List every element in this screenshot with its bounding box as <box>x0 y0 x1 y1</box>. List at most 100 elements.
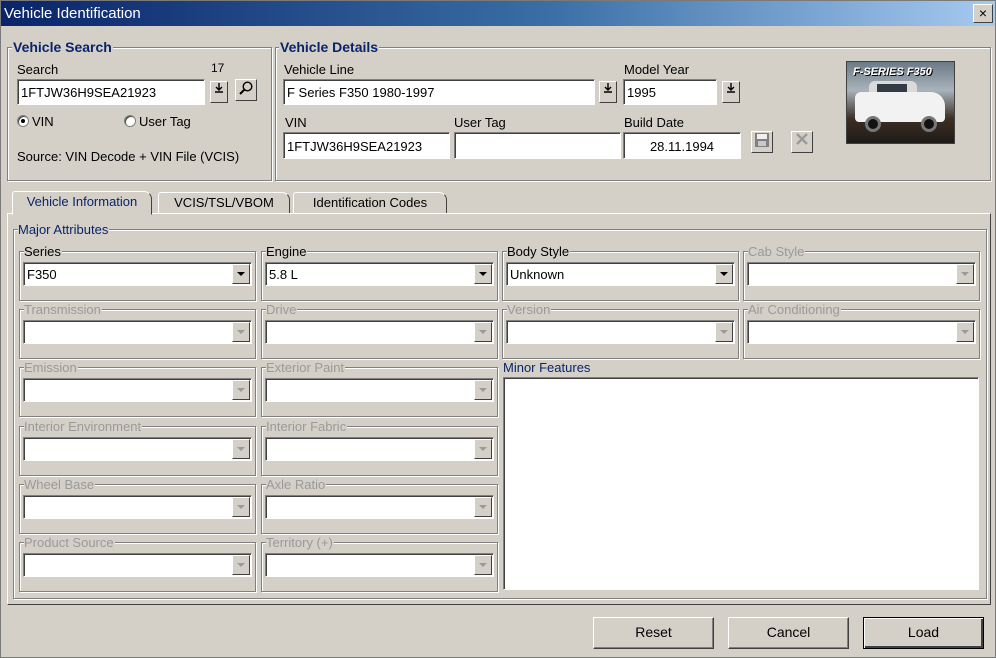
axle-ratio-select[interactable] <box>265 495 494 519</box>
tab-vcis-tsl-vbom[interactable]: VCIS/TSL/VBOM <box>158 192 290 214</box>
user-tag-field[interactable] <box>454 132 621 159</box>
minor-features-list[interactable] <box>503 377 979 590</box>
char-count: 17 <box>211 61 225 75</box>
interior-environment-label: Interior Environment <box>24 419 143 434</box>
engine-value: 5.8 L <box>269 267 298 282</box>
interior-fabric-label: Interior Fabric <box>266 419 348 434</box>
chevron-down-icon[interactable] <box>715 322 733 342</box>
chevron-down-icon[interactable] <box>956 322 974 342</box>
vin-radio-label[interactable]: VIN <box>32 114 54 129</box>
model-year-label: Model Year <box>624 62 690 77</box>
user-tag-radio-label[interactable]: User Tag <box>139 114 191 129</box>
interior-fabric-select[interactable] <box>265 437 494 461</box>
title-bar[interactable]: Vehicle Identification × <box>1 1 995 26</box>
chevron-down-icon[interactable] <box>232 322 250 342</box>
product-source-label: Product Source <box>24 535 115 550</box>
transmission-label: Transmission <box>24 302 102 317</box>
body-style-select[interactable]: Unknown <box>506 262 735 286</box>
user-tag-label: User Tag <box>454 115 506 130</box>
air-conditioning-label: Air Conditioning <box>748 302 841 317</box>
save-button[interactable] <box>751 131 773 153</box>
chevron-down-icon[interactable] <box>474 497 492 517</box>
chevron-down-icon[interactable] <box>232 497 250 517</box>
cancel-button[interactable]: Cancel <box>728 617 849 649</box>
chevron-down-icon[interactable] <box>474 439 492 459</box>
vehicle-line-field[interactable]: F Series F350 1980-1997 <box>283 79 595 105</box>
dropdown-arrow-icon <box>604 83 612 93</box>
chevron-down-icon[interactable] <box>474 264 492 284</box>
model-year-field[interactable]: 1995 <box>623 79 717 105</box>
clear-x-icon <box>796 133 808 145</box>
search-history-button[interactable] <box>210 81 228 103</box>
territory-select[interactable] <box>265 553 494 577</box>
load-button[interactable]: Load <box>863 617 984 649</box>
vin-field[interactable]: 1FTJW36H9SEA21923 <box>283 132 450 159</box>
clear-button[interactable] <box>791 131 813 153</box>
wheel-base-label: Wheel Base <box>24 477 96 492</box>
search-input[interactable]: 1FTJW36H9SEA21923 <box>17 79 205 105</box>
chevron-down-icon[interactable] <box>232 439 250 459</box>
reset-button[interactable]: Reset <box>593 617 714 649</box>
vehicle-details-title: Vehicle Details <box>279 39 380 55</box>
vehicle-identification-window: Vehicle Identification × Vehicle Search … <box>0 0 996 658</box>
vin-label: VIN <box>285 115 307 130</box>
vehicle-photo: F-SERIES F350 <box>846 61 955 144</box>
body-style-value: Unknown <box>510 267 565 282</box>
search-label: Search <box>17 62 59 77</box>
cab-style-select[interactable] <box>747 262 976 286</box>
engine-select[interactable]: 5.8 L <box>265 262 494 286</box>
minor-features-label: Minor Features <box>503 360 592 375</box>
chevron-down-icon[interactable] <box>232 264 250 284</box>
exterior-paint-select[interactable] <box>265 378 494 402</box>
transmission-select[interactable] <box>23 320 252 344</box>
wheel-base-select[interactable] <box>23 495 252 519</box>
body-style-label: Body Style <box>507 244 571 259</box>
version-select[interactable] <box>506 320 735 344</box>
floppy-disk-icon <box>755 133 769 147</box>
cab-style-label: Cab Style <box>748 244 806 259</box>
air-conditioning-select[interactable] <box>747 320 976 344</box>
drive-label: Drive <box>266 302 298 317</box>
vehicle-line-label: Vehicle Line <box>284 62 355 77</box>
magnifier-icon <box>239 81 253 95</box>
truck-rear-wheel <box>921 116 937 132</box>
build-date-label: Build Date <box>624 115 684 130</box>
interior-environment-select[interactable] <box>23 437 252 461</box>
truck-front-wheel <box>865 116 881 132</box>
dropdown-arrow-icon <box>727 83 735 93</box>
vehicle-line-dropdown-button[interactable] <box>599 81 617 103</box>
series-select[interactable]: F350 <box>23 262 252 286</box>
chevron-down-icon[interactable] <box>232 555 250 575</box>
vin-radio[interactable] <box>17 115 29 127</box>
vehicle-search-title: Vehicle Search <box>12 39 113 55</box>
model-year-dropdown-button[interactable] <box>722 81 740 103</box>
series-value: F350 <box>27 267 57 282</box>
window-title: Vehicle Identification <box>4 5 141 22</box>
user-tag-radio[interactable] <box>124 115 136 127</box>
version-label: Version <box>507 302 552 317</box>
close-icon[interactable]: × <box>973 4 993 23</box>
chevron-down-icon[interactable] <box>474 322 492 342</box>
chevron-down-icon[interactable] <box>474 555 492 575</box>
dropdown-arrow-icon <box>215 83 223 93</box>
emission-select[interactable] <box>23 378 252 402</box>
territory-label: Territory (+) <box>266 535 334 550</box>
chevron-down-icon[interactable] <box>715 264 733 284</box>
series-label: Series <box>24 244 62 259</box>
source-text: Source: VIN Decode + VIN File (VCIS) <box>17 149 240 164</box>
tab-identification-codes[interactable]: Identification Codes <box>293 192 447 214</box>
chevron-down-icon[interactable] <box>232 380 250 400</box>
search-button[interactable] <box>235 79 257 101</box>
emission-label: Emission <box>24 360 78 375</box>
exterior-paint-label: Exterior Paint <box>266 360 346 375</box>
engine-label: Engine <box>266 244 308 259</box>
drive-select[interactable] <box>265 320 494 344</box>
major-attributes-title: Major Attributes <box>18 222 110 237</box>
vehicle-photo-caption: F-SERIES F350 <box>853 66 932 78</box>
chevron-down-icon[interactable] <box>956 264 974 284</box>
axle-ratio-label: Axle Ratio <box>266 477 327 492</box>
build-date-field[interactable]: 28.11.1994 <box>623 132 741 159</box>
tab-vehicle-information[interactable]: Vehicle Information <box>12 191 152 215</box>
product-source-select[interactable] <box>23 553 252 577</box>
chevron-down-icon[interactable] <box>474 380 492 400</box>
